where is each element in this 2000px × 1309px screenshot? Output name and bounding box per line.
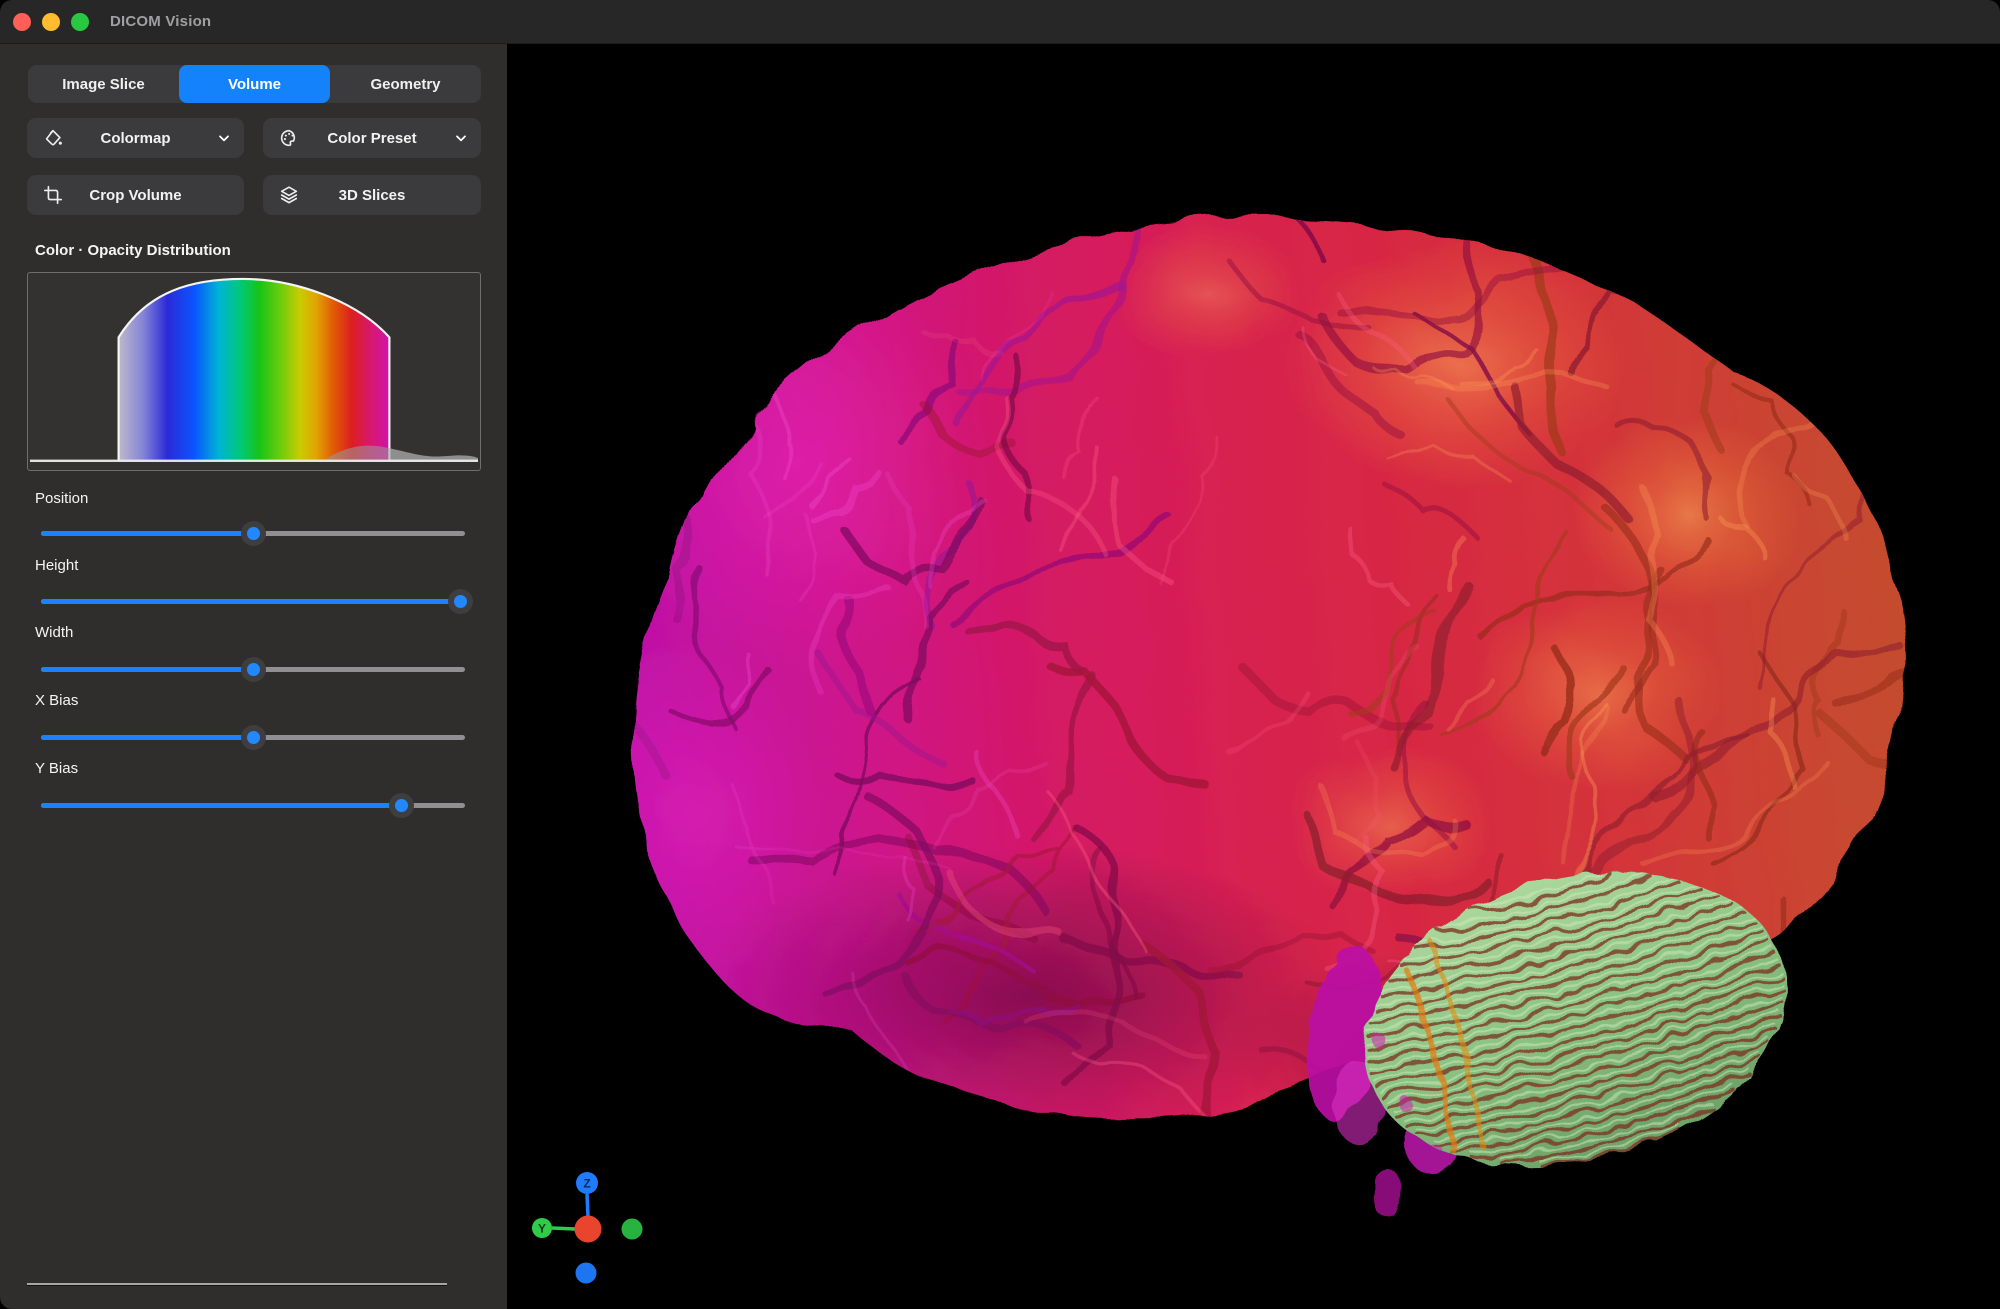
- chevron-down-icon: [216, 130, 232, 146]
- x-axis-sphere[interactable]: [575, 1216, 602, 1243]
- close-button[interactable]: [13, 13, 31, 31]
- position-slider[interactable]: [41, 520, 465, 546]
- palette-icon: [278, 127, 300, 149]
- colormap-opacity-editor[interactable]: [27, 272, 481, 471]
- cerebrum-render: [554, 87, 2000, 1180]
- layers-icon: [278, 184, 300, 206]
- width-slider[interactable]: [41, 656, 465, 682]
- position-slider-label: Position: [35, 490, 88, 507]
- slider-thumb[interactable]: [389, 793, 414, 818]
- color-opacity-section-title: Color · Opacity Distribution: [35, 242, 231, 259]
- slider-thumb[interactable]: [241, 521, 266, 546]
- render-viewport[interactable]: Z Y: [507, 43, 2000, 1309]
- y-axis-line: [552, 1228, 575, 1229]
- tab-volume[interactable]: Volume: [179, 65, 330, 103]
- y-bias-slider[interactable]: [41, 792, 465, 818]
- z-axis-line: [587, 1194, 588, 1217]
- minimize-button[interactable]: [42, 13, 60, 31]
- chevron-down-icon: [453, 130, 469, 146]
- zoom-button[interactable]: [71, 13, 89, 31]
- opacity-transfer-function: [28, 273, 480, 470]
- app-window: DICOM Vision Image Slice Volume Geometry…: [0, 0, 2000, 1309]
- sidebar: Image Slice Volume Geometry Colormap: [0, 43, 507, 1309]
- y-axis-negative-sphere[interactable]: [622, 1219, 643, 1240]
- y-axis-label: Y: [538, 1222, 546, 1236]
- slider-thumb[interactable]: [241, 657, 266, 682]
- height-slider[interactable]: [41, 588, 465, 614]
- crop-volume-button[interactable]: Crop Volume: [27, 175, 244, 215]
- 3d-slices-button[interactable]: 3D Slices: [263, 175, 481, 215]
- brain-volume-render[interactable]: [507, 43, 2000, 1309]
- paint-bucket-icon: [42, 127, 64, 149]
- y-bias-slider-label: Y Bias: [35, 760, 78, 777]
- color-preset-button[interactable]: Color Preset: [263, 118, 481, 158]
- window-title: DICOM Vision: [110, 13, 211, 30]
- colormap-button[interactable]: Colormap: [27, 118, 244, 158]
- z-axis-negative-sphere[interactable]: [576, 1263, 597, 1284]
- traffic-lights: [13, 13, 89, 31]
- view-mode-tabs: Image Slice Volume Geometry: [28, 65, 481, 103]
- histogram-baseline: [30, 460, 478, 462]
- slider-thumb[interactable]: [241, 725, 266, 750]
- orientation-axes-widget[interactable]: Z Y: [517, 1165, 657, 1305]
- crop-icon: [42, 184, 64, 206]
- tab-geometry[interactable]: Geometry: [330, 65, 481, 103]
- height-slider-label: Height: [35, 557, 78, 574]
- titlebar: DICOM Vision: [0, 0, 2000, 44]
- slider-thumb[interactable]: [448, 589, 473, 614]
- width-slider-label: Width: [35, 624, 73, 641]
- x-bias-slider[interactable]: [41, 724, 465, 750]
- z-axis-label: Z: [583, 1177, 590, 1191]
- tab-image-slice[interactable]: Image Slice: [28, 65, 179, 103]
- x-bias-slider-label: X Bias: [35, 692, 78, 709]
- sidebar-divider: [27, 1283, 447, 1286]
